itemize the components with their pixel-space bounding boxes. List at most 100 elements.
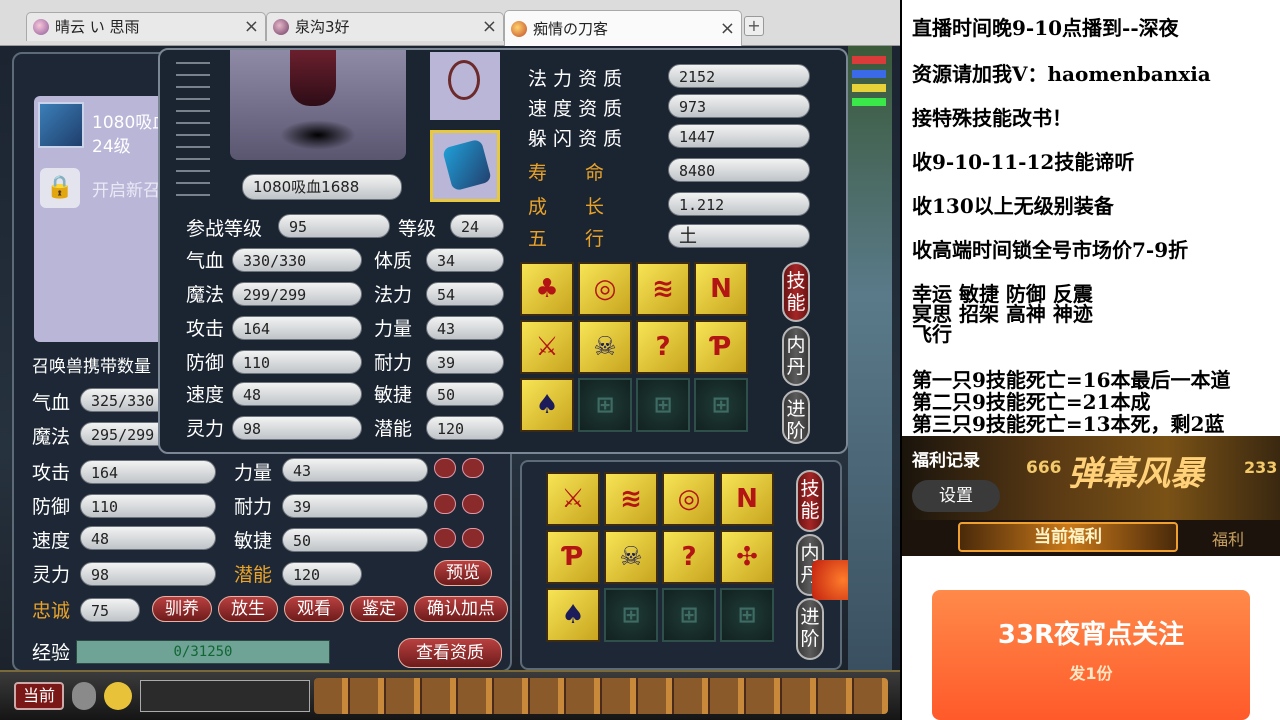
chat-input[interactable] xyxy=(140,680,310,712)
skill-eye-icon[interactable]: ◎ xyxy=(662,472,716,526)
mp-mini-bar xyxy=(852,70,886,78)
equip-slot-necklace[interactable] xyxy=(430,52,500,120)
stat-label: 敏捷 xyxy=(234,530,273,552)
microphone-icon[interactable] xyxy=(72,682,96,710)
skill-heart-icon[interactable]: ? xyxy=(662,530,716,584)
plus-icon[interactable] xyxy=(434,494,456,514)
confirm-points-button[interactable]: 确认加点 xyxy=(414,596,508,622)
advance-tab-button[interactable]: 进阶 xyxy=(796,598,824,660)
skill-arrow-icon[interactable]: ✣ xyxy=(720,530,774,584)
carry-count-label: 召唤兽携带数量 xyxy=(32,357,151,377)
neidan-tab-button[interactable]: 内丹 xyxy=(782,326,810,386)
life-label: 寿 命 xyxy=(528,162,605,184)
decor-border xyxy=(176,52,210,202)
skill-heart-icon[interactable]: ? xyxy=(636,320,690,374)
plus-icon[interactable] xyxy=(434,528,456,548)
settings-button[interactable]: 设置 xyxy=(912,480,1000,512)
growth-label: 成 长 xyxy=(528,196,605,218)
stat-label: 体质 xyxy=(374,250,413,272)
skill-n-icon[interactable]: N xyxy=(720,472,774,526)
close-icon[interactable]: × xyxy=(244,13,259,41)
equip-slot-armor[interactable] xyxy=(430,130,500,202)
stat-attack: 164 xyxy=(232,316,362,340)
stat-label: 防御 xyxy=(32,496,71,518)
promo-card[interactable]: 33R夜宵点关注 发1份 xyxy=(932,590,1250,720)
skill-tab-button[interactable]: 技能 xyxy=(796,470,824,532)
browser-tab-bar: 晴云 い 思雨 × 泉沟3好 × 痴情の刀客 × + xyxy=(0,0,900,47)
skill-sword-icon[interactable]: ⚔ xyxy=(546,472,600,526)
skill-p-icon[interactable]: Ƥ xyxy=(694,320,748,374)
view-aptitude-button[interactable]: 查看资质 xyxy=(398,638,502,668)
toolbar-icons[interactable] xyxy=(314,678,888,714)
tab-label: 泉沟3好 xyxy=(295,18,350,36)
preview-button[interactable]: 预览 xyxy=(434,560,492,586)
stat-label: 敏捷 xyxy=(374,384,413,406)
skill-sword-icon[interactable]: ⚔ xyxy=(520,320,574,374)
skill-hood-icon[interactable]: ♠ xyxy=(520,378,574,432)
skill-slash-icon[interactable]: ≋ xyxy=(636,262,690,316)
skill-hood-icon[interactable]: ♠ xyxy=(546,588,600,642)
welfare-scroll-bar: 当前福利 福利 xyxy=(902,520,1280,556)
stat-spirit: 98 xyxy=(232,416,362,440)
browser-tab-1[interactable]: 晴云 い 思雨 × xyxy=(26,12,266,41)
browser-tab-2[interactable]: 泉沟3好 × xyxy=(266,12,504,41)
minus-icon[interactable] xyxy=(462,528,484,548)
info-line: 直播时间晚9-10点播到--深夜 xyxy=(912,16,1179,40)
chat-bubble-icon[interactable] xyxy=(104,682,132,710)
tab-label: 晴云 い 思雨 xyxy=(55,18,140,36)
necklace-icon xyxy=(448,60,480,100)
minus-icon[interactable] xyxy=(462,458,484,478)
empty-skill-slot: ⊞ xyxy=(720,588,774,642)
aptitude-label: 法 力 资 质 xyxy=(528,68,623,90)
empty-skill-slot: ⊞ xyxy=(578,378,632,432)
stat-label: 气血 xyxy=(186,250,225,272)
exp-bar: 0/31250 xyxy=(76,640,330,664)
battle-level-label: 参战等级 xyxy=(186,218,263,240)
info-line: 资源请加我V：haomenbanxia xyxy=(912,62,1211,86)
unlock-slot-label[interactable]: 开启新召 xyxy=(92,176,160,201)
pet-avatar[interactable] xyxy=(38,102,84,148)
browser-tab-3[interactable]: 痴情の刀客 × xyxy=(504,10,742,47)
plus-icon[interactable] xyxy=(434,458,456,478)
channel-current-button[interactable]: 当前 xyxy=(14,682,64,710)
skill-p-icon[interactable]: Ƥ xyxy=(546,530,600,584)
release-button[interactable]: 放生 xyxy=(218,596,278,622)
stat-label: 气血 xyxy=(32,392,71,414)
skill-n-icon[interactable]: N xyxy=(694,262,748,316)
stat-label: 耐力 xyxy=(374,352,413,374)
stat-label: 速度 xyxy=(186,384,225,406)
level-value: 24 xyxy=(450,214,504,238)
tame-button[interactable]: 驯养 xyxy=(152,596,212,622)
stat-endurance: 39 xyxy=(282,494,428,518)
welfare-next-tab[interactable]: 福利 xyxy=(1212,526,1244,550)
stat-strength: 43 xyxy=(282,458,428,482)
info-line: 收130以上无级别装备 xyxy=(912,194,1114,218)
close-icon[interactable]: × xyxy=(482,13,497,41)
current-welfare-tab[interactable]: 当前福利 xyxy=(958,522,1178,552)
skill-skeleton-icon[interactable]: ☠ xyxy=(604,530,658,584)
close-icon[interactable]: × xyxy=(720,15,735,43)
info-line: 收高端时间锁全号市场价7-9折 xyxy=(912,238,1189,262)
identify-button[interactable]: 鉴定 xyxy=(350,596,408,622)
stamina-mini-bar xyxy=(852,98,886,106)
avatar-icon xyxy=(511,21,527,37)
skill-eye-icon[interactable]: ◎ xyxy=(578,262,632,316)
new-tab-button[interactable]: + xyxy=(744,16,764,36)
pet-figure xyxy=(290,50,336,106)
stat-hp: 330/330 xyxy=(232,248,362,272)
stat-defense: 110 xyxy=(232,350,362,374)
welfare-record-label[interactable]: 福利记录 xyxy=(912,446,980,471)
stat-label: 力量 xyxy=(234,462,273,484)
pet-fullname: 1080吸血1688 xyxy=(242,174,402,200)
stat-label: 法力 xyxy=(374,284,413,306)
skill-slash-icon[interactable]: ≋ xyxy=(604,472,658,526)
skill-axe-icon[interactable]: ♣ xyxy=(520,262,574,316)
stat-label: 魔法 xyxy=(186,284,225,306)
skill-skeleton-icon[interactable]: ☠ xyxy=(578,320,632,374)
minus-icon[interactable] xyxy=(462,494,484,514)
skill-tab-button[interactable]: 技能 xyxy=(782,262,810,322)
advance-tab-button[interactable]: 进阶 xyxy=(782,390,810,444)
detail-skill-grid: ♣ ◎ ≋ N ⚔ ☠ ? Ƥ ♠ ⊞ ⊞ ⊞ xyxy=(520,262,748,432)
left-skill-grid: ⚔ ≋ ◎ N Ƥ ☠ ? ✣ ♠ ⊞ ⊞ ⊞ xyxy=(546,472,776,644)
watch-button[interactable]: 观看 xyxy=(284,596,344,622)
